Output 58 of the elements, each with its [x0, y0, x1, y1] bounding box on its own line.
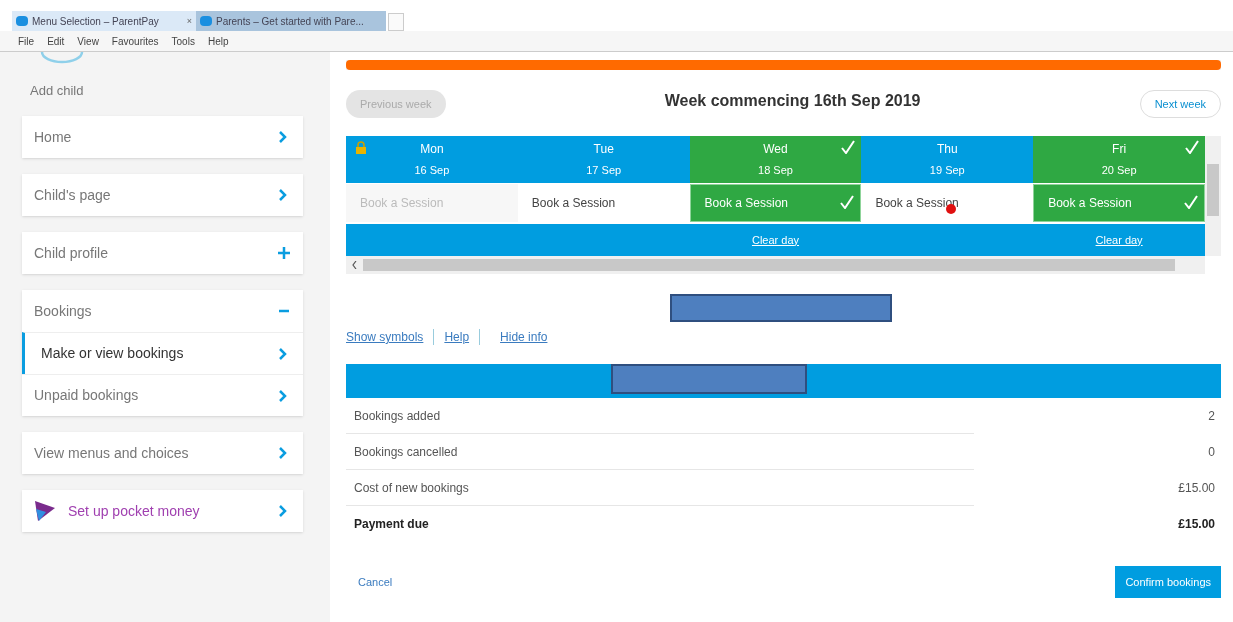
sidebar-item[interactable]: View menus and choices [22, 432, 303, 474]
summary-value: £15.00 [1178, 516, 1215, 533]
session-slot: Book a Session [346, 184, 518, 222]
menu-item[interactable]: File [18, 33, 35, 49]
padlock-icon [354, 141, 368, 154]
summary-label: Cost of new bookings [354, 480, 469, 497]
day-header: Thu 19 Sep [861, 136, 1034, 183]
info-link[interactable]: Help [444, 328, 470, 346]
menu-item[interactable]: View [77, 33, 99, 49]
browser-tab[interactable]: Menu Selection – ParentPay × [12, 11, 196, 32]
avatar-ring-icon [40, 52, 84, 64]
summary-value: £15.00 [1178, 480, 1215, 497]
menu-item[interactable]: Help [207, 33, 229, 49]
tab-title: Menu Selection – ParentPay [32, 14, 159, 29]
summary-label: Payment due [354, 516, 429, 533]
sidebar-subitem[interactable]: Unpaid bookings [22, 374, 303, 416]
next-week-button[interactable]: Next week [1139, 90, 1221, 118]
close-tab-button[interactable]: × [186, 14, 192, 29]
sidebar-item[interactable]: Bookings [22, 290, 303, 332]
vertical-scrollbar[interactable] [1205, 136, 1221, 256]
session-slot[interactable]: Book a Session [689, 184, 862, 222]
menu-item[interactable]: Favourites [111, 33, 159, 49]
check-icon [1185, 140, 1199, 154]
confirm-bookings-button[interactable]: Confirm bookings [1115, 566, 1221, 598]
summary-value: 0 [1208, 444, 1215, 461]
sidebar-item[interactable]: Child's page [22, 174, 303, 216]
clear-day-link[interactable]: Clear day [1095, 231, 1143, 249]
day-header: Mon 16 Sep [346, 136, 518, 183]
info-link[interactable]: Hide info [500, 328, 548, 346]
sidebar-item[interactable]: Child profile [22, 232, 303, 274]
sidebar-item[interactable]: Home [22, 116, 303, 158]
menu-item[interactable]: Tools [171, 33, 195, 49]
check-icon [841, 140, 856, 154]
browser-tab[interactable]: Parents – Get started with Pare... [196, 11, 386, 32]
day-header: Fri 20 Sep [1033, 136, 1205, 183]
check-icon [840, 195, 855, 209]
summary-value: 2 [1208, 408, 1215, 425]
tab-title: Parents – Get started with Pare... [216, 14, 364, 29]
day-header: Wed 18 Sep [689, 136, 862, 183]
cancel-link[interactable]: Cancel [358, 573, 393, 591]
week-title: Week commencing 16th Sep 2019 [664, 91, 921, 111]
sidebar-subitem[interactable]: Make or view bookings [22, 332, 303, 374]
info-link[interactable]: Show symbols [346, 328, 424, 346]
summary-label: Bookings added [354, 408, 441, 425]
clear-day-link[interactable]: Clear day [751, 231, 800, 249]
new-tab-icon[interactable] [388, 13, 404, 32]
check-icon [1184, 195, 1198, 209]
day-header: Tue 17 Sep [517, 136, 690, 183]
site-icon [200, 16, 212, 27]
scroll-left-icon[interactable] [352, 261, 357, 269]
site-icon [16, 16, 28, 27]
summary-label: Bookings cancelled [354, 444, 458, 461]
menu-item[interactable]: Edit [47, 33, 65, 49]
horizontal-scrollbar[interactable] [363, 259, 1175, 271]
session-slot[interactable]: Book a Session [1033, 184, 1205, 222]
pocket-money-icon [34, 500, 56, 522]
sidebar-item[interactable]: Set up pocket money [22, 490, 303, 532]
add-child-link[interactable]: Add child [30, 83, 84, 98]
